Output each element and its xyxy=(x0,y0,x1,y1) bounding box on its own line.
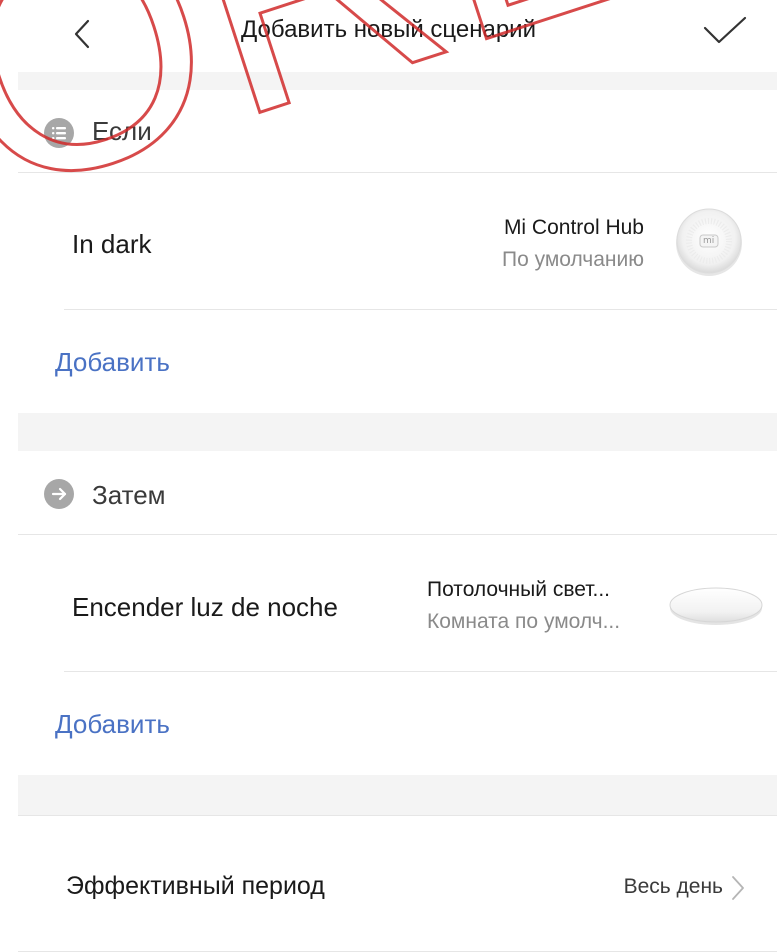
header-bar: Добавить новый сценарий xyxy=(0,0,777,72)
divider xyxy=(64,671,777,672)
action-row[interactable]: Encender luz de noche Потолочный свет...… xyxy=(18,535,777,671)
header-separator xyxy=(18,72,777,90)
add-condition-button[interactable]: Добавить xyxy=(55,347,170,378)
effective-period-row[interactable]: Эффективный период Весь день xyxy=(0,816,777,952)
add-action-button[interactable]: Добавить xyxy=(55,709,170,740)
effective-period-value: Весь день xyxy=(623,875,723,898)
device-name: Mi Control Hub xyxy=(503,216,644,239)
condition-title: In dark xyxy=(72,229,152,259)
condition-row[interactable]: In dark Mi Control Hub По умолчанию mi xyxy=(18,173,777,309)
list-icon xyxy=(44,118,74,148)
confirm-button[interactable] xyxy=(695,8,755,60)
device-room: По умолчанию xyxy=(501,248,644,271)
section-separator xyxy=(18,413,777,451)
divider xyxy=(64,309,777,310)
arrow-right-icon xyxy=(44,479,74,509)
device-name: Потолочный свет... xyxy=(427,578,611,601)
page-title: Добавить новый сценарий xyxy=(241,16,536,43)
action-title: Encender luz de noche xyxy=(72,592,338,622)
ceiling-light-image xyxy=(668,582,764,628)
then-section-label: Затем xyxy=(92,480,166,510)
checkmark-icon xyxy=(703,16,747,44)
effective-period-label: Эффективный период xyxy=(66,872,325,900)
hub-device-image: mi xyxy=(674,206,744,276)
if-section-label: Если xyxy=(92,116,152,146)
hub-logo: mi xyxy=(703,236,715,246)
section-separator xyxy=(18,775,777,815)
device-room: Комната по умолч... xyxy=(427,610,621,633)
chevron-right-icon xyxy=(732,876,744,900)
